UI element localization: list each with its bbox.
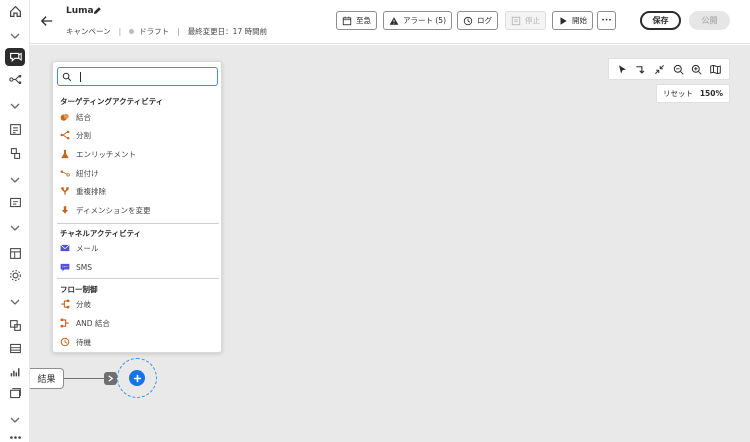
section-divider <box>57 223 219 224</box>
combine-icon <box>60 113 69 121</box>
section-title-targeting: ターゲティングアクティビティ <box>60 97 164 106</box>
chevron-down-icon[interactable] <box>9 32 21 40</box>
chevron-right-icon <box>108 375 114 382</box>
activity-item-enrichment[interactable]: エンリッチメント <box>60 146 216 162</box>
zoom-in-icon[interactable] <box>691 64 703 75</box>
chevron-down-icon[interactable] <box>9 102 21 110</box>
log-button[interactable]: ログ <box>457 11 498 30</box>
search-input[interactable] <box>75 71 215 82</box>
result-node[interactable]: 結果 <box>30 368 64 389</box>
home-icon[interactable] <box>5 2 25 20</box>
select-pointer-icon[interactable] <box>617 64 628 75</box>
output-port[interactable] <box>104 372 117 385</box>
more-apps-icon[interactable] <box>5 432 25 442</box>
zoom-level: 150% <box>699 89 723 98</box>
more-actions-button[interactable]: ••• <box>597 11 616 30</box>
last-modified: 最終変更日：17 時間前 <box>187 27 268 36</box>
alert-icon <box>389 16 399 25</box>
text-caret <box>80 72 81 82</box>
edit-pencil-icon[interactable] <box>92 6 102 16</box>
activity-picker-panel: ターゲティングアクティビティ 結合 分割 エンリッチメント 紐付け 重複排除 デ… <box>52 61 222 353</box>
activity-item-and-join[interactable]: AND 結合 <box>60 315 216 331</box>
enrichment-icon <box>61 149 69 159</box>
start-button[interactable]: 開始 <box>552 11 593 30</box>
profile-icon[interactable] <box>5 193 25 211</box>
activity-item-wait[interactable]: 待機 <box>60 334 216 350</box>
section-divider <box>57 278 219 279</box>
chevron-down-icon[interactable] <box>9 298 21 306</box>
section-title-flow: フロー制御 <box>60 285 98 294</box>
reconciliation-icon <box>60 170 70 177</box>
activity-item-deduplication[interactable]: 重複排除 <box>60 183 216 199</box>
play-icon <box>560 16 567 25</box>
change-dimension-icon <box>61 206 69 214</box>
fork-icon <box>61 299 70 309</box>
activity-item-combine[interactable]: 結合 <box>60 109 216 125</box>
split-icon <box>60 130 70 140</box>
search-box[interactable] <box>57 67 218 86</box>
reset-zoom-button[interactable]: リセット <box>663 88 693 99</box>
activity-item-fork[interactable]: 分岐 <box>60 296 216 312</box>
save-button[interactable]: 保存 <box>640 11 681 30</box>
and-join-icon <box>60 318 69 328</box>
history-icon <box>463 16 473 25</box>
activity-item-change-dimension[interactable]: ディメンションを変更 <box>60 202 216 218</box>
section-title-channel: チャネルアクティビティ <box>60 229 142 238</box>
reports-icon[interactable] <box>5 362 25 380</box>
journey-icon[interactable] <box>5 70 25 88</box>
stop-icon <box>511 16 521 25</box>
chevron-down-icon[interactable] <box>9 176 21 184</box>
activity-item-reconciliation[interactable]: 紐付け <box>60 165 216 181</box>
activity-item-split[interactable]: 分割 <box>60 127 216 143</box>
campaign-title: Luma <box>66 6 94 16</box>
zoom-out-icon[interactable] <box>673 64 684 75</box>
sms-icon <box>60 263 70 272</box>
content-icon[interactable] <box>5 120 25 138</box>
audience-icon[interactable] <box>5 144 25 162</box>
deduplication-icon <box>61 187 69 195</box>
library-icon[interactable] <box>5 384 25 402</box>
wait-icon <box>60 337 70 347</box>
stop-button[interactable]: 停止 <box>505 11 546 30</box>
header: Luma キャンペーン | ドラフト | 最終変更日：17 時間前 至急 アラー… <box>30 0 750 44</box>
back-arrow-icon[interactable] <box>40 14 54 28</box>
campaign-type: キャンペーン <box>66 27 111 36</box>
left-rail <box>0 0 30 442</box>
dashboard-icon[interactable] <box>5 244 25 262</box>
schedule-button[interactable]: 至急 <box>336 11 377 30</box>
status-badge: ドラフト <box>139 27 170 36</box>
calendar-icon <box>342 16 352 25</box>
chevron-down-icon[interactable] <box>9 224 21 232</box>
plus-icon <box>133 374 141 382</box>
datasets-icon[interactable] <box>5 339 25 357</box>
map-icon[interactable] <box>710 64 721 75</box>
publish-button[interactable]: 公開 <box>689 11 730 30</box>
activity-item-sms[interactable]: SMS <box>60 259 216 275</box>
add-activity-button[interactable] <box>129 370 145 386</box>
canvas-toolbar <box>608 58 730 80</box>
zoom-control: リセット 150% <box>656 84 730 103</box>
settings-icon[interactable] <box>5 266 25 284</box>
search-icon <box>62 72 72 81</box>
collapse-icon[interactable] <box>654 64 665 75</box>
header-meta: キャンペーン | ドラフト | 最終変更日：17 時間前 <box>66 27 268 36</box>
campaign-icon[interactable] <box>5 48 25 66</box>
schema-icon[interactable] <box>5 316 25 334</box>
email-icon <box>60 244 70 252</box>
connect-arrow-icon[interactable] <box>635 64 646 75</box>
status-dot <box>129 29 135 34</box>
chevron-down-icon[interactable] <box>9 416 21 424</box>
alerts-button[interactable]: アラート (5) <box>383 11 453 30</box>
transition-line <box>64 378 104 379</box>
activity-item-email[interactable]: メール <box>60 240 216 256</box>
